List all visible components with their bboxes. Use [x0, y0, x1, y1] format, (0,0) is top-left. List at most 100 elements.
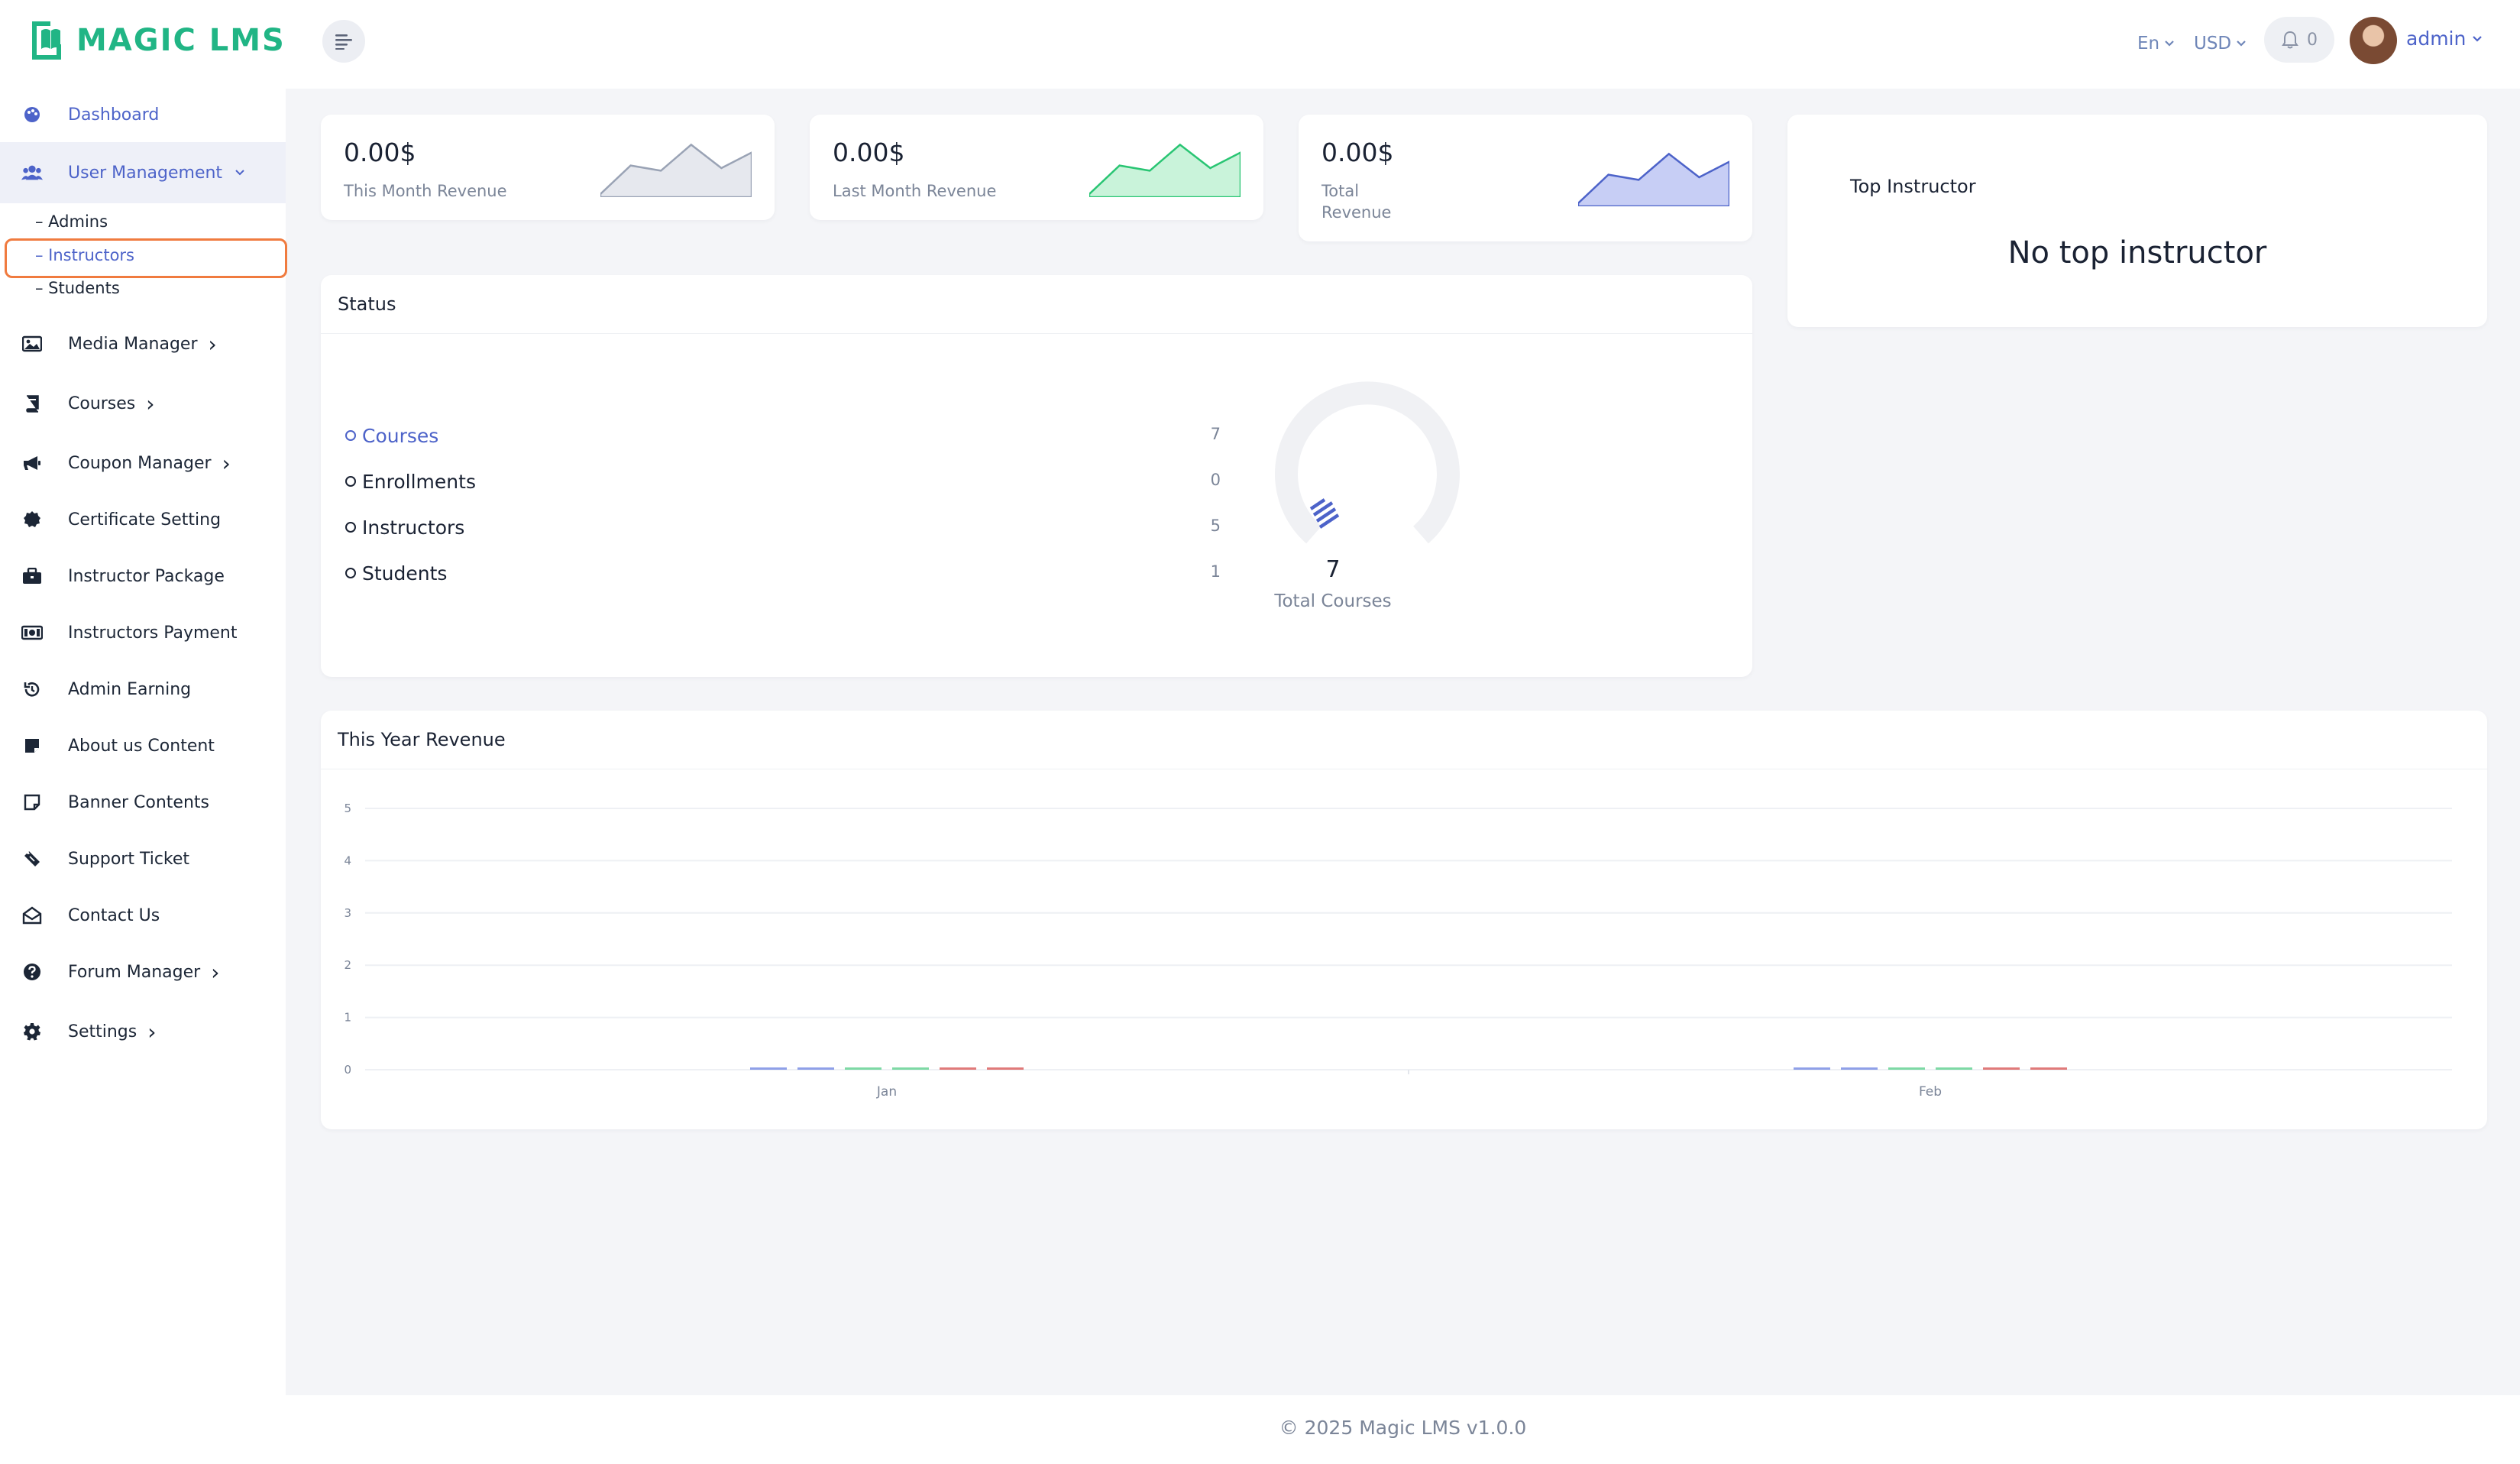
y-tick-label: 0 — [344, 1063, 351, 1077]
revenue-chart-title: This Year Revenue — [338, 729, 506, 750]
status-row-instructors[interactable]: Instructors — [345, 512, 464, 543]
sidebar-item-forum-manager[interactable]: Forum Manager › — [0, 947, 286, 996]
avatar[interactable] — [2350, 17, 2397, 64]
sidebar-item-label: Media Manager — [68, 334, 198, 354]
currency-label: USD — [2194, 34, 2232, 53]
sparkline-area — [1578, 152, 1729, 206]
x-tick-label: Feb — [1919, 1084, 1942, 1100]
bar[interactable] — [1888, 1067, 1925, 1070]
y-tick-label: 1 — [344, 1011, 351, 1025]
stat-label: Total Revenue — [1321, 180, 1391, 223]
sidebar-item-label: User Management — [68, 163, 223, 183]
stat-card-total: 0.00$ Total Revenue — [1299, 115, 1752, 241]
sidebar-subitem-students[interactable]: – Students — [35, 279, 120, 297]
status-row-enrollments[interactable]: Enrollments — [345, 466, 476, 497]
sidebar-item-label-wrap: User Management — [68, 164, 245, 183]
sidebar-item-coupon-manager[interactable]: Coupon Manager › — [0, 439, 286, 487]
bar[interactable] — [845, 1067, 882, 1070]
status-value: 7 — [1210, 425, 1221, 443]
sparkline-area — [600, 143, 752, 197]
status-donut-chart — [1275, 381, 1460, 544]
sidebar-item-admin-earning[interactable]: Admin Earning — [0, 665, 286, 714]
sidebar-item-label: Instructor Package — [68, 566, 225, 586]
stat-value: 0.00$ — [833, 138, 905, 167]
donut-total-label: Total Courses — [1274, 591, 1392, 611]
bar[interactable] — [892, 1067, 929, 1070]
sidebar-item-instructor-package[interactable]: Instructor Package — [0, 552, 286, 601]
sidebar-item-label: Courses — [68, 394, 136, 413]
sidebar-item-label: Settings — [68, 1022, 137, 1041]
sidebar-item-about-us-content[interactable]: About us Content — [0, 721, 286, 770]
logo-text: MAGIC LMS — [76, 23, 286, 58]
bar[interactable] — [940, 1067, 976, 1070]
notifications-button[interactable]: 0 — [2264, 17, 2334, 63]
sidebar-item-label-wrap: Settings › — [68, 1019, 156, 1045]
stat-card-this-month: 0.00$ This Month Revenue — [321, 115, 775, 220]
status-label: Students — [362, 562, 448, 585]
sidebar-item-banner-contents[interactable]: Banner Contents — [0, 778, 286, 827]
sidebar-item-dashboard-row[interactable]: Dashboard — [0, 90, 286, 139]
sidebar-subitem-admins[interactable]: – Admins — [35, 212, 108, 231]
sidebar-item-user-management-row[interactable]: User Management — [0, 142, 286, 203]
sidebar-item-certificate-setting[interactable]: Certificate Setting — [0, 495, 286, 544]
stat-label-line1: Total — [1321, 182, 1360, 200]
y-tick-label: 2 — [344, 958, 351, 972]
circle-icon — [345, 476, 356, 487]
bar[interactable] — [1936, 1067, 1972, 1070]
chevron-right-icon: › — [146, 390, 155, 416]
top-instructor-card: Top Instructor No top instructor — [1787, 115, 2487, 327]
stat-value: 0.00$ — [344, 138, 416, 167]
note-outline-icon — [21, 792, 43, 813]
sidebar-item-label-wrap: Forum Manager › — [68, 960, 219, 985]
bar[interactable] — [750, 1067, 787, 1070]
stat-label: This Month Revenue — [344, 182, 507, 200]
logo[interactable]: MAGIC LMS — [27, 17, 286, 64]
bar[interactable] — [797, 1067, 834, 1070]
language-selector[interactable]: En — [2137, 34, 2175, 53]
y-tick-label: 3 — [344, 906, 351, 920]
sidebar-item-label: Dashboard — [68, 105, 160, 125]
sidebar-item-contact-us[interactable]: Contact Us — [0, 891, 286, 940]
sparkline-total — [1578, 152, 1729, 206]
status-label: Courses — [362, 424, 439, 447]
bar[interactable] — [2030, 1067, 2067, 1070]
sparkline-this-month — [600, 143, 752, 197]
status-title: Status — [338, 293, 396, 315]
users-icon — [21, 162, 43, 183]
briefcase-icon — [21, 565, 43, 587]
chevron-right-icon: › — [222, 450, 231, 476]
sidebar-item-media-manager[interactable]: Media Manager › — [0, 319, 286, 368]
sidebar-subitem-instructors[interactable]: – Instructors — [35, 246, 134, 264]
sidebar-item-label-wrap: Courses › — [68, 391, 154, 416]
sidebar-item-label: About us Content — [68, 736, 215, 756]
status-row-students[interactable]: Students — [345, 558, 447, 588]
bar[interactable] — [1794, 1067, 1830, 1070]
currency-selector[interactable]: USD — [2194, 34, 2247, 53]
sidebar-item-courses[interactable]: Courses › — [0, 379, 286, 428]
notification-count: 0 — [2307, 30, 2318, 50]
sidebar-item-label: Admin Earning — [68, 679, 192, 699]
sidebar-toggle-button[interactable] — [322, 20, 365, 63]
cog-icon — [21, 1021, 43, 1042]
certificate-icon — [21, 509, 43, 530]
divider — [321, 333, 1752, 334]
status-label: Enrollments — [362, 470, 476, 493]
circle-icon — [345, 430, 356, 441]
donut-total-value: 7 — [1325, 556, 1341, 583]
sidebar-item-support-ticket[interactable]: Support Ticket — [0, 834, 286, 883]
revenue-chart-card: This Year Revenue 0 1 2 3 4 5 Jan Feb — [321, 711, 2487, 1129]
x-tick-label: Jan — [876, 1084, 897, 1100]
sidebar-item-instructors-payment[interactable]: Instructors Payment — [0, 608, 286, 657]
sidebar-item-settings[interactable]: Settings › — [0, 1007, 286, 1056]
bar[interactable] — [1983, 1067, 2020, 1070]
status-value: 1 — [1210, 562, 1221, 581]
y-tick-label: 4 — [344, 853, 351, 867]
user-menu[interactable]: admin — [2406, 28, 2483, 50]
chevron-right-icon: › — [208, 331, 217, 357]
bar[interactable] — [987, 1067, 1024, 1070]
bar[interactable] — [1841, 1067, 1878, 1070]
status-row-courses[interactable]: Courses — [345, 420, 438, 451]
language-label: En — [2137, 34, 2160, 53]
stat-label-line2: Revenue — [1321, 203, 1392, 222]
image-icon — [21, 333, 43, 355]
